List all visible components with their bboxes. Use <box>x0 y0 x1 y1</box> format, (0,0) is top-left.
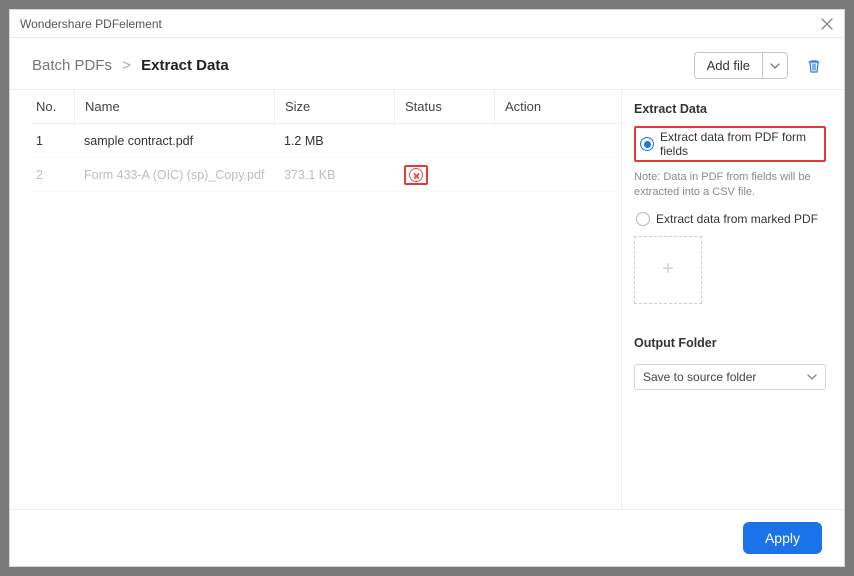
add-file-button-group: Add file <box>694 52 788 79</box>
top-row: Batch PDFs > Extract Data Add file <box>10 38 844 89</box>
delete-row-highlight <box>404 165 428 185</box>
table-header: No. Name Size Status Action <box>32 90 621 124</box>
delete-row-icon[interactable] <box>409 168 423 182</box>
window: Wondershare PDFelement Batch PDFs > Extr… <box>9 9 845 567</box>
footer: Apply <box>10 509 844 566</box>
add-file-dropdown[interactable] <box>762 52 788 79</box>
chevron-down-icon <box>770 61 780 71</box>
col-size: Size <box>274 90 394 123</box>
trash-icon[interactable] <box>806 58 822 74</box>
breadcrumb-separator: > <box>122 57 131 74</box>
chevron-down-icon <box>807 372 817 382</box>
cell-name: Form 433-A (OIC) (sp)_Copy.pdf <box>74 168 274 182</box>
option-marked-pdf-label: Extract data from marked PDF <box>656 212 818 226</box>
breadcrumb-leaf: Extract Data <box>141 57 229 74</box>
output-folder-value: Save to source folder <box>643 370 756 384</box>
breadcrumb: Batch PDFs > Extract Data <box>32 57 229 74</box>
radio-icon <box>636 212 650 226</box>
col-action: Action <box>494 90 564 123</box>
output-folder-select[interactable]: Save to source folder <box>634 364 826 390</box>
col-no: No. <box>32 90 74 123</box>
breadcrumb-root[interactable]: Batch PDFs <box>32 57 112 74</box>
dropzone[interactable]: + <box>634 236 702 304</box>
options-title: Extract Data <box>634 102 826 116</box>
cell-name: sample contract.pdf <box>74 134 274 148</box>
col-name: Name <box>74 90 274 123</box>
cell-status <box>394 165 494 185</box>
cell-size: 373.1 KB <box>274 168 394 182</box>
cell-size: 1.2 MB <box>274 134 394 148</box>
cell-no: 1 <box>32 134 74 148</box>
file-list-pane: No. Name Size Status Action 1 sample con… <box>10 90 622 509</box>
add-file-button[interactable]: Add file <box>694 52 762 79</box>
apply-button[interactable]: Apply <box>743 522 822 554</box>
option-marked-pdf[interactable]: Extract data from marked PDF <box>634 210 826 228</box>
content: Batch PDFs > Extract Data Add file <box>10 38 844 566</box>
close-icon[interactable] <box>820 17 834 31</box>
file-table: No. Name Size Status Action 1 sample con… <box>32 90 621 192</box>
options-pane: Extract Data Extract data from PDF form … <box>622 90 844 509</box>
app-title: Wondershare PDFelement <box>20 17 162 31</box>
output-folder-label: Output Folder <box>634 336 826 350</box>
cell-no: 2 <box>32 168 74 182</box>
add-file-group: Add file <box>694 52 822 79</box>
radio-icon <box>640 137 654 151</box>
titlebar: Wondershare PDFelement <box>10 10 844 38</box>
table-row[interactable]: 2 Form 433-A (OIC) (sp)_Copy.pdf 373.1 K… <box>32 158 621 192</box>
plus-icon: + <box>662 258 674 281</box>
option-note: Note: Data in PDF from fields will be ex… <box>634 170 826 200</box>
col-status: Status <box>394 90 494 123</box>
option-form-fields-label: Extract data from PDF form fields <box>660 130 820 158</box>
table-row[interactable]: 1 sample contract.pdf 1.2 MB <box>32 124 621 158</box>
option-form-fields[interactable]: Extract data from PDF form fields <box>634 126 826 162</box>
body: No. Name Size Status Action 1 sample con… <box>10 89 844 509</box>
